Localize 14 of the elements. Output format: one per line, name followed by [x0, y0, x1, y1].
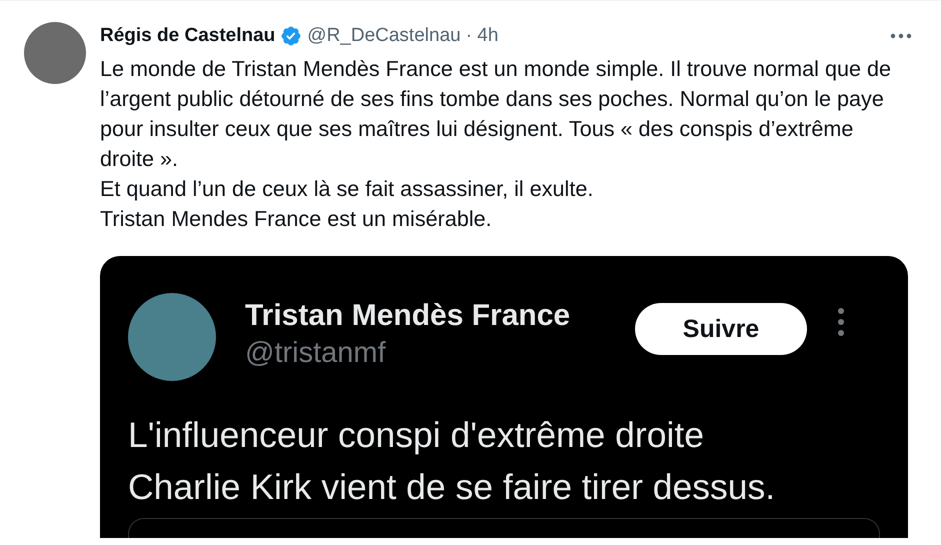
embedded-tweet-text: L'influenceur conspi d'extrême droite	[128, 414, 705, 457]
follow-button: Suivre	[635, 303, 807, 355]
embedded-screenshot[interactable]: Tristan Mendès France @tristanmf Suivre L'influenceur conspi d'extrême droite Charlie Kirk vient de se faire tirer dessus.	[100, 256, 908, 538]
timestamp[interactable]: · 4h	[466, 25, 498, 47]
tweet-text: Et quand l’un de ceux là se fait assassiner, il exulte.	[100, 175, 594, 203]
author-handle[interactable]: @R_DeCastelnau	[307, 25, 461, 47]
embedded-tweet-text: Charlie Kirk vient de se faire tirer dessus.	[128, 466, 776, 509]
more-icon	[837, 307, 845, 337]
tweet-text: Le monde de Tristan Mendès France est un monde simple. Il trouve normal que de l’argent public détourné de ses fins tombe dans ses poches. Normal qu’on le paye pour insulter ceux que ses maîtres lui désignent. Tous « des conspis d’extrême droite ».	[100, 55, 892, 173]
embedded-author-name: Tristan Mendès France	[245, 299, 572, 333]
tweet-text: Tristan Mendes France est un misérable.	[100, 205, 493, 233]
author-name[interactable]: Régis de Castelnau	[100, 25, 276, 47]
embedded-author-handle: @tristanmf	[245, 336, 387, 371]
more-icon[interactable]	[889, 33, 913, 39]
